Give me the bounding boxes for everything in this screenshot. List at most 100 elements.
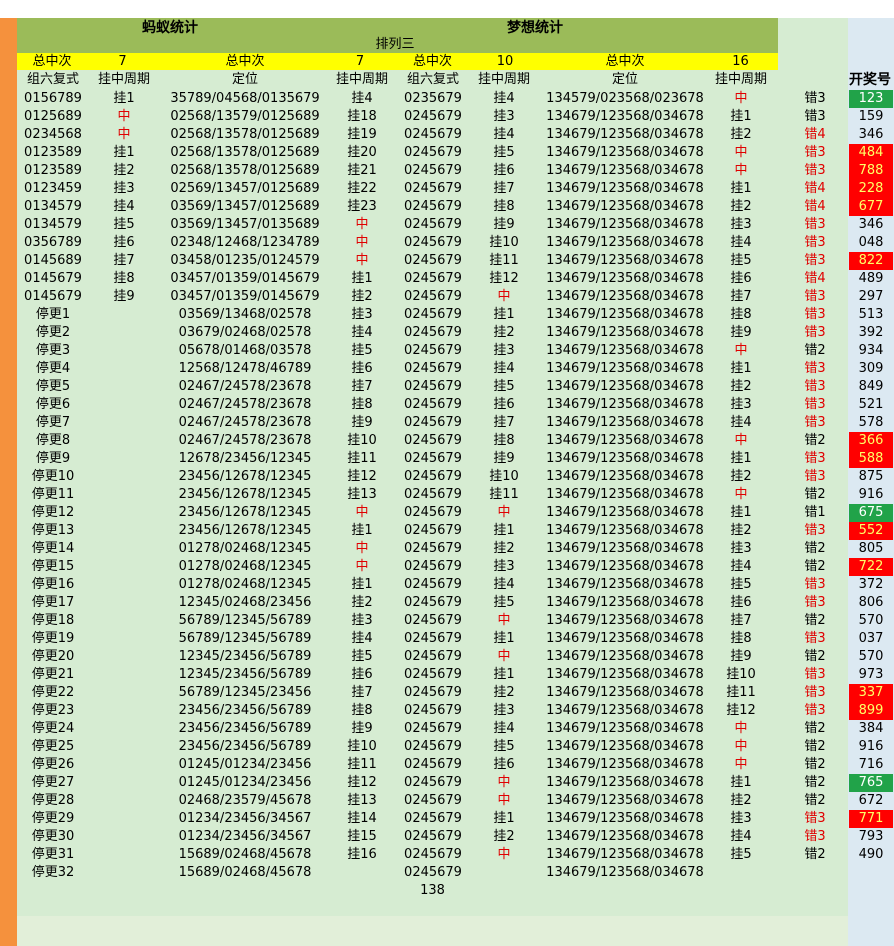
cell-position-b: 134679/123568/034678 [546, 649, 704, 664]
cell-cycle-c: 挂11 [489, 253, 519, 268]
cell-cycle-d: 挂8 [730, 631, 752, 646]
cell-miss-count: 错3 [804, 829, 826, 844]
cell-cycle-d: 挂5 [730, 847, 752, 862]
cell-draw-number: 788 [849, 162, 893, 180]
cell-group6-b: 0245679 [404, 775, 462, 790]
cell-group6-a: 0125689 [24, 109, 82, 124]
cell-position-a: 02467/24578/23678 [178, 415, 312, 430]
cell-position-b: 134679/123568/034678 [546, 379, 704, 394]
cell-group6-a: 0134579 [24, 217, 82, 232]
cell-group6-a: 停更4 [35, 361, 71, 376]
cell-cycle-b: 挂8 [351, 703, 373, 718]
cell-draw-number: 048 [858, 235, 884, 250]
cell-cycle-c: 挂10 [489, 469, 519, 484]
cell-position-a: 15689/02468/45678 [178, 865, 312, 880]
cell-position-a: 01234/23456/34567 [178, 811, 312, 826]
cell-cycle-b: 挂3 [351, 307, 373, 322]
cell-cycle-d: 挂4 [730, 235, 752, 250]
cell-group6-b: 0245679 [404, 307, 462, 322]
cell-position-a: 02468/23579/45678 [178, 793, 312, 808]
cell-cycle-b: 挂11 [347, 757, 377, 772]
cell-cycle-c: 挂7 [493, 415, 515, 430]
total-label-3: 总中次 [412, 54, 452, 69]
cell-miss-count: 错3 [804, 631, 826, 646]
cell-group6-a: 停更29 [31, 811, 75, 826]
cell-group6-b: 0245679 [404, 145, 462, 160]
cell-draw-number: 805 [858, 541, 884, 556]
cell-group6-a: 0123459 [24, 181, 82, 196]
cell-cycle-d: 挂2 [730, 523, 752, 538]
cell-cycle-b: 挂19 [347, 127, 377, 142]
cell-position-a: 03569/13457/0135689 [170, 217, 320, 232]
cell-miss-count: 错2 [804, 343, 826, 358]
cell-cycle-c: 挂3 [493, 343, 515, 358]
cell-cycle-d: 挂9 [730, 649, 752, 664]
cell-group6-a: 停更9 [35, 451, 71, 466]
cell-group6-a: 停更17 [31, 595, 75, 610]
cell-group6-b: 0245679 [404, 253, 462, 268]
cell-group6-a: 0123589 [24, 145, 82, 160]
cell-position-b: 134679/123568/034678 [546, 199, 704, 214]
cell-position-a: 23456/12678/12345 [178, 505, 312, 520]
cell-group6-a: 0145679 [24, 271, 82, 286]
cell-miss-count: 错2 [804, 739, 826, 754]
cell-position-b: 134679/123568/034678 [546, 703, 704, 718]
header-position-a: 定位 [231, 72, 258, 87]
cell-miss-count: 错4 [804, 271, 826, 286]
cell-group6-a: 停更20 [31, 649, 75, 664]
cell-group6-a: 停更28 [31, 793, 75, 808]
cell-cycle-c: 中 [497, 289, 511, 304]
cell-cycle-b: 挂11 [347, 451, 377, 466]
cell-miss-count: 错3 [804, 253, 826, 268]
cell-cycle-c: 挂6 [493, 397, 515, 412]
cell-position-b: 134679/123568/034678 [546, 595, 704, 610]
cell-cycle-b: 挂10 [347, 433, 377, 448]
cell-cycle-c: 中 [497, 793, 511, 808]
cell-position-a: 01278/02468/12345 [178, 577, 312, 592]
cell-cycle-c: 中 [497, 505, 511, 520]
cell-cycle-d: 挂12 [726, 703, 756, 718]
cell-group6-b: 0245679 [404, 811, 462, 826]
cell-position-a: 01278/02468/12345 [178, 541, 312, 556]
cell-position-b: 134679/123568/034678 [546, 523, 704, 538]
cell-group6-b: 0245679 [404, 523, 462, 538]
cell-position-a: 56789/12345/56789 [178, 631, 312, 646]
cell-cycle-c: 挂4 [493, 721, 515, 736]
header-cycle-b: 挂中周期 [335, 72, 388, 87]
cell-cycle-b: 挂14 [347, 811, 377, 826]
cell-cycle-c: 挂2 [493, 829, 515, 844]
cell-group6-b: 0245679 [404, 829, 462, 844]
dream-total-a: 10 [496, 54, 514, 69]
cell-cycle-c: 挂4 [493, 91, 515, 106]
cell-cycle-b: 挂7 [351, 379, 373, 394]
cell-cycle-b: 中 [355, 505, 369, 520]
dream-stats-title: 梦想统计 [507, 20, 563, 36]
cell-position-b: 134679/123568/034678 [546, 667, 704, 682]
cell-miss-count: 错3 [804, 145, 826, 160]
cell-group6-b: 0245679 [404, 505, 462, 520]
cell-position-a: 12345/23456/56789 [178, 667, 312, 682]
cell-miss-count: 错2 [804, 433, 826, 448]
cell-cycle-c: 挂10 [489, 235, 519, 250]
header-group6-a: 组六复式 [26, 72, 79, 87]
cell-position-a: 02568/13578/0125689 [170, 163, 320, 178]
cell-miss-count: 错2 [804, 793, 826, 808]
cell-cycle-b: 挂4 [351, 631, 373, 646]
cell-draw-number: 337 [849, 684, 893, 702]
cell-group6-a: 停更25 [31, 739, 75, 754]
cell-cycle-c: 挂2 [493, 685, 515, 700]
cell-miss-count: 错4 [804, 127, 826, 142]
cell-group6-b: 0245679 [404, 181, 462, 196]
cell-position-a: 35789/04568/0135679 [170, 91, 320, 106]
cell-cycle-b: 挂5 [351, 649, 373, 664]
cell-cycle-c: 挂8 [493, 433, 515, 448]
cell-position-b: 134679/123568/034678 [546, 559, 704, 574]
cell-miss-count: 错3 [804, 415, 826, 430]
cell-cycle-d: 挂2 [730, 379, 752, 394]
cell-position-b: 134679/123568/034678 [546, 721, 704, 736]
cell-cycle-d: 挂11 [726, 685, 756, 700]
cell-group6-b: 0245679 [404, 127, 462, 142]
cell-draw-number: 513 [858, 307, 884, 322]
cell-cycle-c: 挂1 [493, 811, 515, 826]
cell-group6-a: 0145689 [24, 253, 82, 268]
